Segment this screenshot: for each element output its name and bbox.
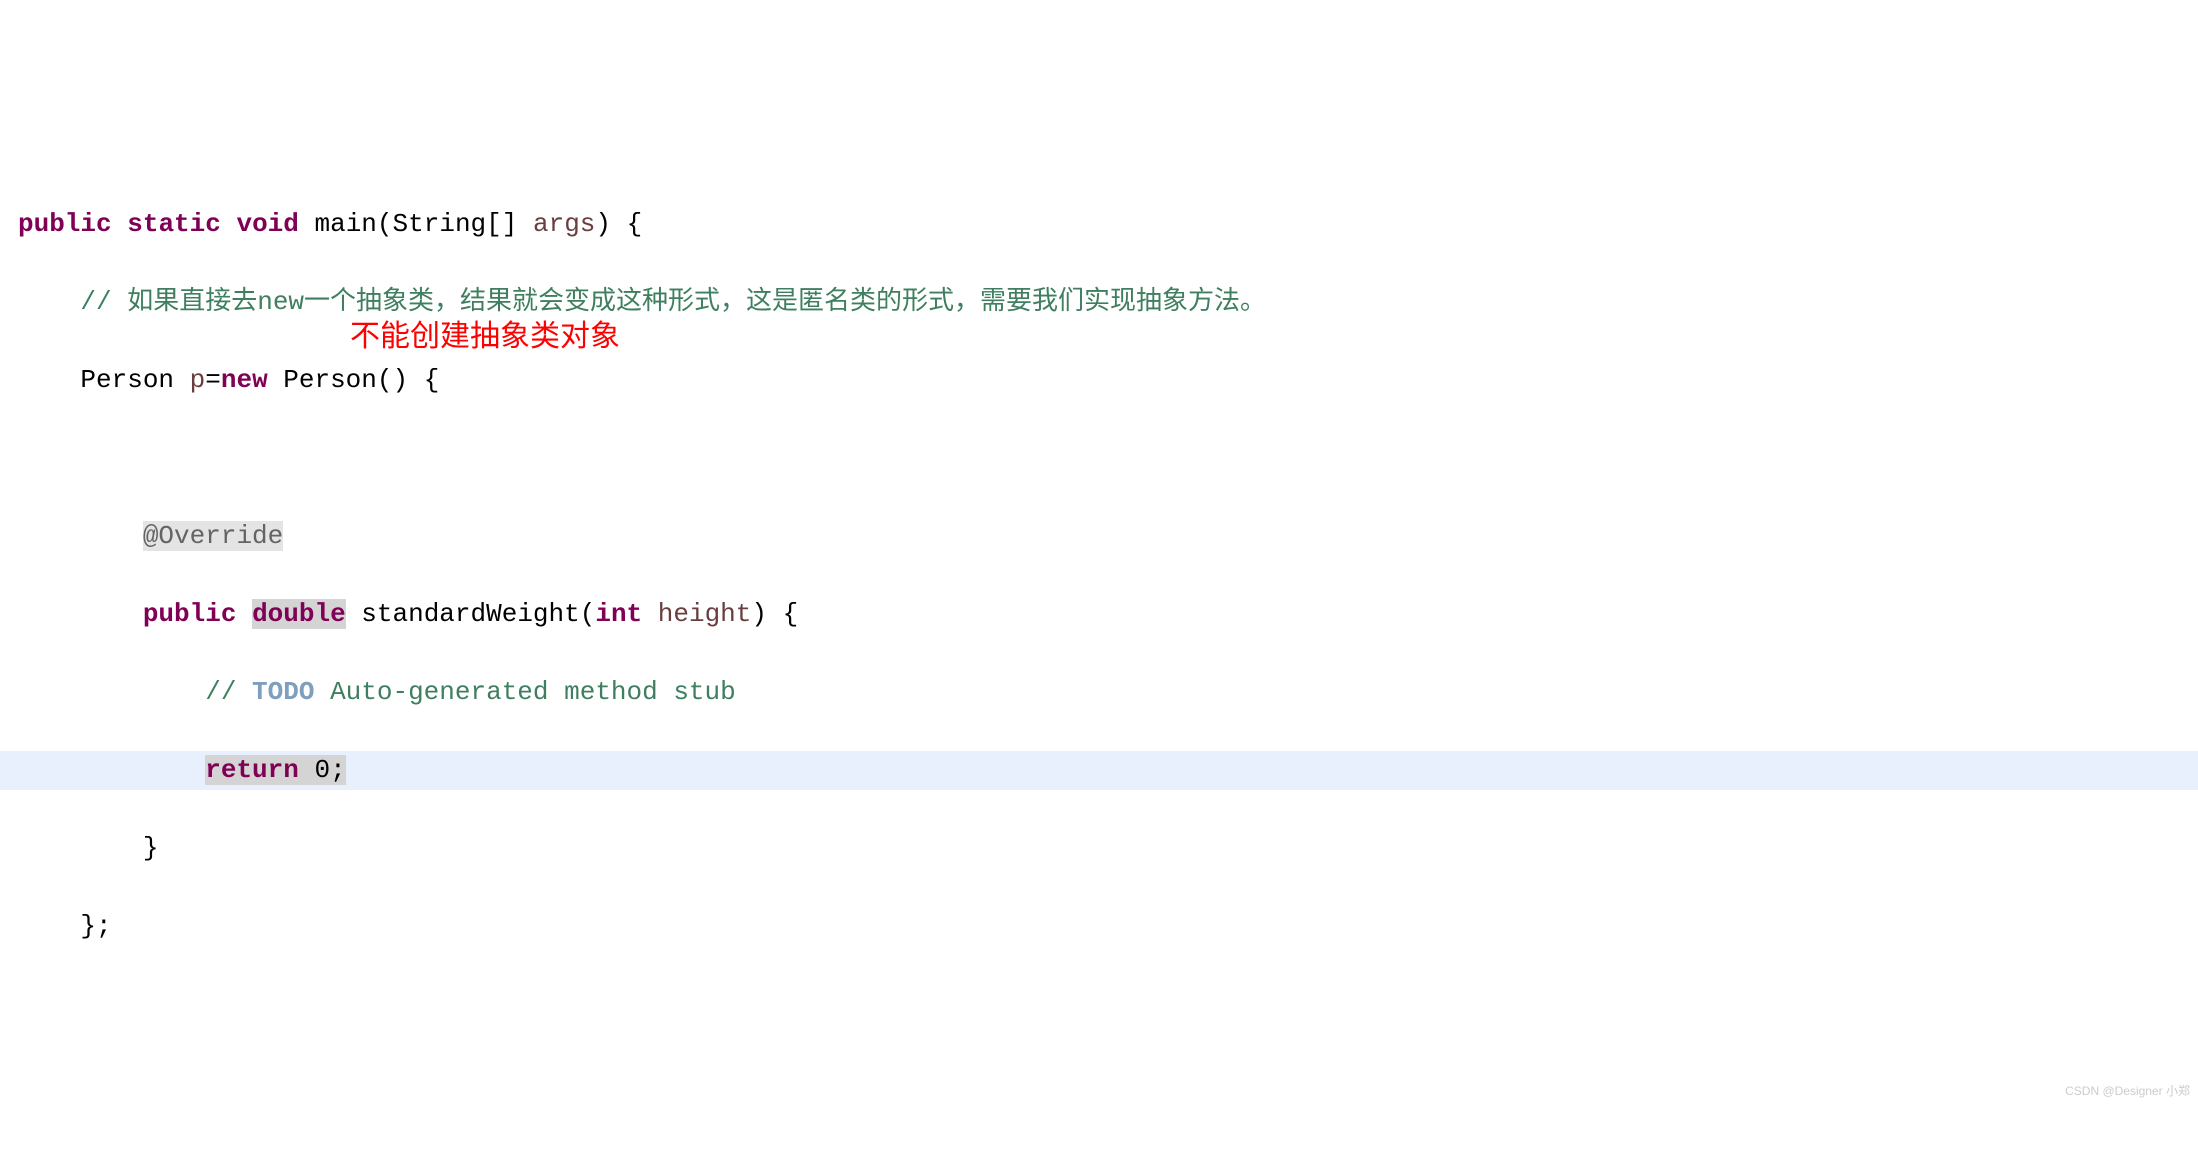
indent <box>18 911 80 941</box>
indent <box>18 521 143 551</box>
code-line-3: Person p=new Person() { <box>0 361 2198 400</box>
constructor-call: Person() { <box>268 365 440 395</box>
keyword-new: new <box>221 365 268 395</box>
method-name: main <box>315 209 377 239</box>
comment-start: // <box>205 677 252 707</box>
code-line-2: // 如果直接去new一个抽象类，结果就会变成这种形式，这是匿名类的形式，需要我… <box>0 283 2198 322</box>
comment-rest: Auto-generated method stub <box>314 677 735 707</box>
code-line-4 <box>0 439 2198 478</box>
paren-open: ( <box>580 599 596 629</box>
indent <box>18 833 143 863</box>
code-line-7: // TODO Auto-generated method stub <box>0 673 2198 712</box>
param-args: args <box>533 209 595 239</box>
keyword-public: public <box>18 209 112 239</box>
indent <box>18 287 80 317</box>
keyword-return: return <box>205 755 299 785</box>
keyword-int: int <box>595 599 642 629</box>
code-editor: public static void main(String[] args) {… <box>0 166 2198 1102</box>
keyword-public: public <box>143 599 237 629</box>
brace-close: } <box>143 833 159 863</box>
paren-close: ) <box>595 209 611 239</box>
todo-keyword: TODO <box>252 677 314 707</box>
code-line-1: public static void main(String[] args) { <box>0 205 2198 244</box>
keyword-void: void <box>236 209 298 239</box>
override-annotation: @Override <box>143 521 283 551</box>
paren-close-brace: ) { <box>751 599 798 629</box>
return-value: 0 <box>314 755 330 785</box>
type-string: String <box>393 209 487 239</box>
semicolon: ; <box>330 755 346 785</box>
code-line-10: }; <box>0 907 2198 946</box>
indent <box>18 755 205 785</box>
method-standardweight: standardWeight <box>361 599 579 629</box>
code-line-9: } <box>0 829 2198 868</box>
brace-semi: }; <box>80 911 111 941</box>
annotation-overlay: 不能创建抽象类对象 <box>350 314 620 359</box>
param-height: height <box>658 599 752 629</box>
equals: = <box>205 365 221 395</box>
indent <box>18 365 80 395</box>
type-person: Person <box>80 365 189 395</box>
brace-open: { <box>611 209 642 239</box>
indent <box>18 599 143 629</box>
keyword-static: static <box>127 209 221 239</box>
brackets: [] <box>486 209 517 239</box>
code-line-6: public double standardWeight(int height)… <box>0 595 2198 634</box>
watermark-text: CSDN @Designer 小郑 <box>2065 1082 2190 1100</box>
indent <box>18 677 205 707</box>
comment-text: // 如果直接去new一个抽象类，结果就会变成这种形式，这是匿名类的形式，需要我… <box>80 287 1266 317</box>
code-line-8: return 0; <box>0 751 2198 790</box>
code-line-5: @Override <box>0 517 2198 556</box>
var-p: p <box>190 365 206 395</box>
paren-open: ( <box>377 209 393 239</box>
keyword-double: double <box>252 599 346 629</box>
